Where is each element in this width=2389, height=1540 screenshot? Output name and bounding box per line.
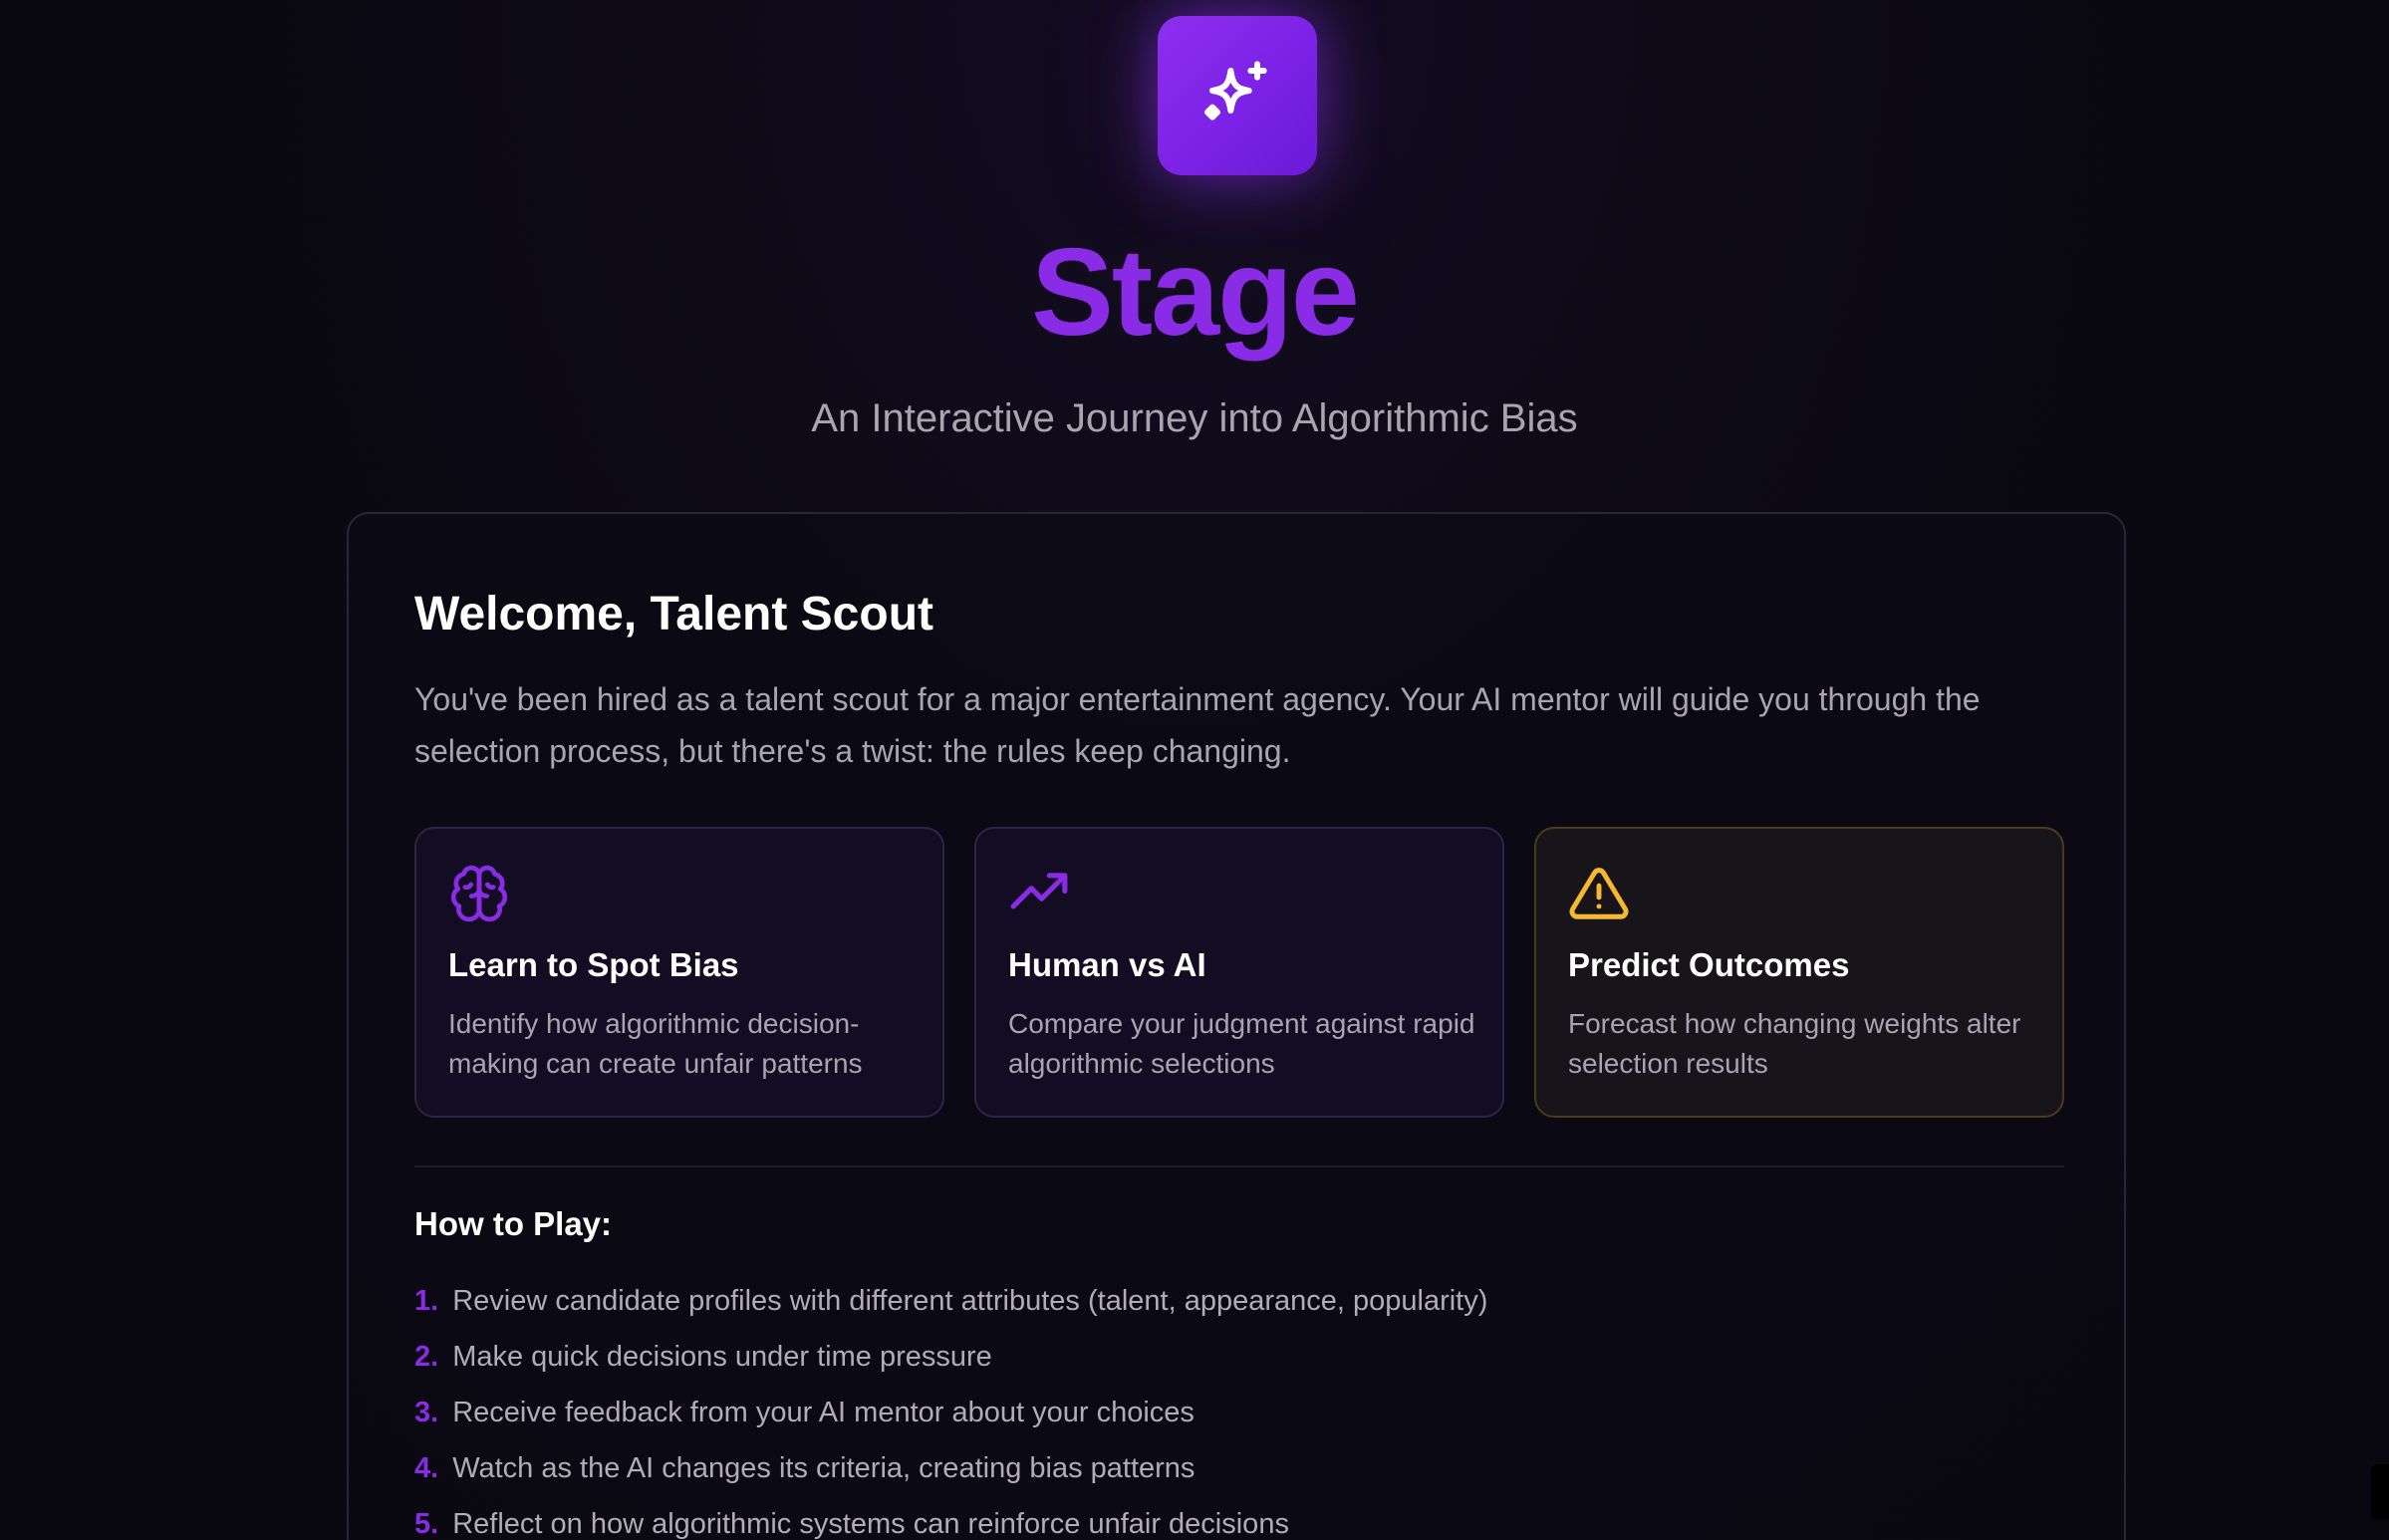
step-text: Receive feedback from your AI mentor abo… xyxy=(452,1397,1194,1428)
page: Stage An Interactive Journey into Algori… xyxy=(0,0,2389,1540)
feature-list: Learn to Spot Bias Identify how algorith… xyxy=(414,827,2064,1118)
feature-title: Learn to Spot Bias xyxy=(448,946,739,983)
list-item: 5. Reflect on how algorithmic systems can… xyxy=(414,1496,1487,1540)
feature-description: Identify how algorithmic decision-making… xyxy=(448,1008,863,1079)
feature-description: Compare your judgment against rapid algo… xyxy=(1008,1008,1475,1079)
step-number: 1. xyxy=(414,1285,439,1317)
section-divider xyxy=(414,1165,2064,1167)
app-logo xyxy=(1158,16,1317,175)
app-title: Stage xyxy=(1031,224,1360,362)
feature-card-predict-outcomes: Predict Outcomes Forecast how changing w… xyxy=(1534,827,2064,1118)
welcome-card: Welcome, Talent Scout You've been hired … xyxy=(347,512,2126,1540)
scrollbar-handle[interactable] xyxy=(2371,1464,2389,1520)
list-item: 4. Watch as the AI changes its criteria, … xyxy=(414,1440,1487,1496)
step-number: 4. xyxy=(414,1452,439,1484)
app-subtitle: An Interactive Journey into Algorithmic … xyxy=(811,396,1578,440)
feature-card-spot-bias: Learn to Spot Bias Identify how algorith… xyxy=(414,827,944,1118)
list-item: 1. Review candidate profiles with differe… xyxy=(414,1273,1487,1329)
how-to-play-steps: 1. Review candidate profiles with differe… xyxy=(414,1273,1487,1540)
trending-up-icon xyxy=(1010,873,1068,909)
list-item: 3. Receive feedback from your AI mentor a… xyxy=(414,1385,1487,1440)
step-text: Reflect on how algorithmic systems can r… xyxy=(452,1508,1289,1540)
step-number: 5. xyxy=(414,1508,439,1540)
brain-icon xyxy=(450,865,508,922)
step-text: Review candidate profiles with different… xyxy=(452,1285,1488,1317)
how-to-play-heading: How to Play: xyxy=(414,1205,613,1242)
feature-card-human-vs-ai: Human vs AI Compare your judgment agains… xyxy=(974,827,1504,1118)
welcome-intro: You've been hired as a talent scout for … xyxy=(414,681,1981,769)
step-text: Watch as the AI changes its criteria, cr… xyxy=(452,1452,1195,1484)
step-text: Make quick decisions under time pressure xyxy=(452,1341,992,1373)
warning-triangle-icon xyxy=(1569,868,1629,919)
feature-description: Forecast how changing weights alter sele… xyxy=(1568,1008,2021,1079)
sparkles-icon xyxy=(1204,61,1267,121)
welcome-heading: Welcome, Talent Scout xyxy=(414,588,933,641)
list-item: 2. Make quick decisions under time pressu… xyxy=(414,1329,1487,1385)
step-number: 3. xyxy=(414,1397,439,1428)
step-number: 2. xyxy=(414,1341,439,1373)
feature-title: Predict Outcomes xyxy=(1568,946,1850,983)
feature-title: Human vs AI xyxy=(1008,946,1206,983)
